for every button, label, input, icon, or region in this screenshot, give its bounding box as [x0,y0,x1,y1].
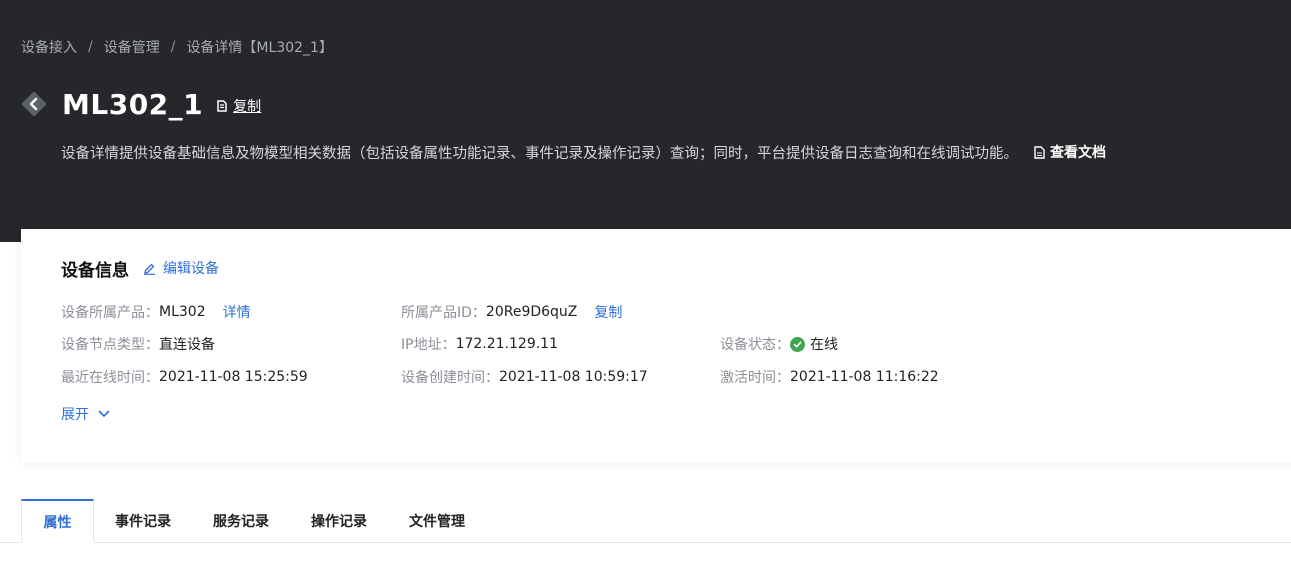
expand-label: 展开 [61,407,89,423]
device-info-header: 设备信息 编辑设备 [61,257,219,281]
copy-title-button[interactable]: 复制 [216,96,261,116]
product-id-value: 20Re9D6quZ [485,304,578,320]
page-title: ML302_1 [62,87,204,121]
document-icon [1034,145,1045,159]
expand-toggle[interactable]: 展开 [61,404,110,424]
device-info-title: 设备信息 [61,260,129,281]
node-type-value: 直连设备 [159,337,215,353]
tab-event-records[interactable]: 事件记录 [94,499,192,543]
tab-file-management[interactable]: 文件管理 [388,499,486,543]
copy-icon [217,99,227,112]
field-activated: 激活时间： 2021-11-08 11:16:22 [720,367,939,387]
edit-device-label: 编辑设备 [163,261,219,277]
node-type-label: 设备节点类型： [61,337,159,353]
product-id-label: 所属产品ID： [401,305,486,321]
created-label: 设备创建时间： [401,370,499,386]
view-docs-label: 查看文档 [1050,145,1106,161]
product-label: 设备所属产品： [61,305,159,321]
breadcrumb: 设备接入 / 设备管理 / 设备详情【ML302_1】 [21,37,333,57]
description-row: 设备详情提供设备基础信息及物模型相关数据（包括设备属性功能记录、事件记录及操作记… [61,141,1106,163]
created-value: 2021-11-08 10:59:17 [499,369,648,385]
activated-label: 激活时间： [720,370,790,386]
breadcrumb-device-detail: 设备详情【ML302_1】 [186,40,333,56]
status-label: 设备状态： [720,337,790,353]
view-docs-link[interactable]: 查看文档 [1034,142,1106,162]
last-online-value: 2021-11-08 15:25:59 [159,369,308,385]
field-created: 设备创建时间： 2021-11-08 10:59:17 [401,367,648,387]
field-product-id: 所属产品ID： 20Re9D6quZ 复制 [401,302,622,322]
field-status: 设备状态： 在线 [720,334,838,354]
ip-value: 172.21.129.11 [455,336,559,352]
breadcrumb-separator: / [170,39,176,55]
tab-service-records[interactable]: 服务记录 [192,499,290,543]
check-circle-icon [790,336,805,352]
field-last-online: 最近在线时间： 2021-11-08 15:25:59 [61,367,308,387]
breadcrumb-separator: / [88,39,93,55]
edit-device-button[interactable]: 编辑设备 [143,258,219,278]
field-product: 设备所属产品： ML302 详情 [61,302,251,322]
status-value: 在线 [810,337,838,353]
field-node-type: 设备节点类型： 直连设备 [61,334,215,354]
tab-operation-records[interactable]: 操作记录 [290,499,388,543]
product-value: ML302 [159,304,206,320]
back-arrow-icon [29,97,38,111]
copy-title-label: 复制 [233,99,262,115]
field-ip: IP地址： 172.21.129.11 [401,334,558,354]
product-detail-link[interactable]: 详情 [223,302,251,322]
device-info-card: 设备信息 编辑设备 设备所属产品： ML302 详情 所属产品ID： 20Re9… [21,229,1291,462]
copy-product-id-button[interactable]: 复制 [594,302,622,322]
ip-label: IP地址： [401,337,456,353]
edit-pencil-icon [144,263,155,275]
tab-properties[interactable]: 属性 [21,499,94,543]
last-online-label: 最近在线时间： [61,370,159,386]
breadcrumb-device-access[interactable]: 设备接入 [21,37,77,57]
title-row: ML302_1 复制 [21,86,261,122]
back-button[interactable] [21,91,47,117]
page-header: 设备接入 / 设备管理 / 设备详情【ML302_1】 ML302_1 复制 设… [0,0,1291,242]
detail-tabs: 属性 事件记录 服务记录 操作记录 文件管理 [21,499,486,543]
breadcrumb-device-management[interactable]: 设备管理 [104,37,160,57]
page-description: 设备详情提供设备基础信息及物模型相关数据（包括设备属性功能记录、事件记录及操作记… [61,145,1018,162]
chevron-down-icon [98,410,110,417]
activated-value: 2021-11-08 11:16:22 [790,369,939,385]
